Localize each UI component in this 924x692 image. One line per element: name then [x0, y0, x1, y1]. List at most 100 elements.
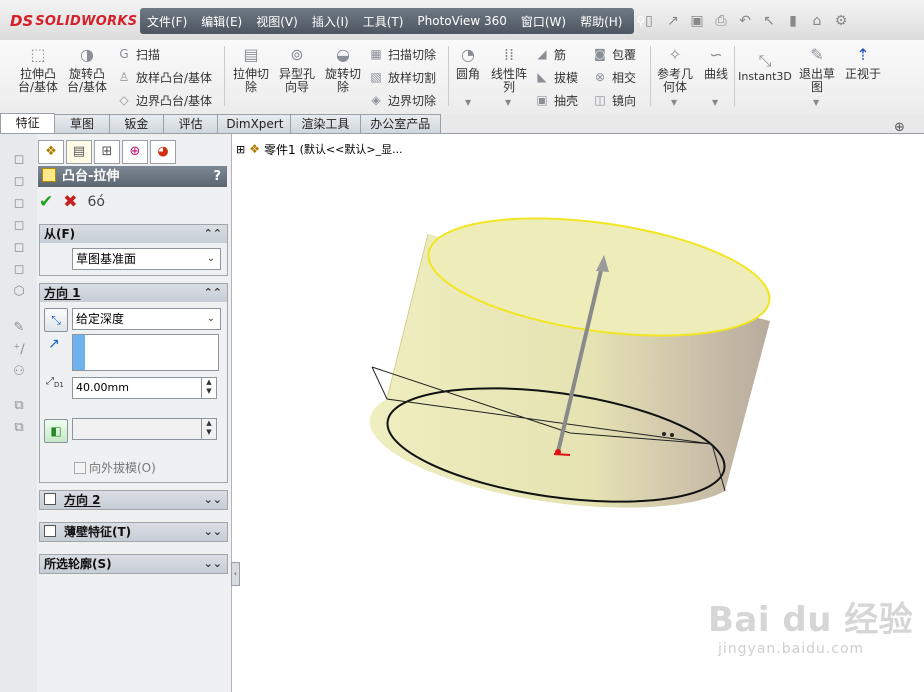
- sketch-dropdown-icon[interactable]: ▼: [813, 98, 819, 107]
- instant3d-button[interactable]: ⤡ Instant3D: [738, 53, 792, 84]
- from-select[interactable]: 草图基准面 ⌄: [72, 248, 221, 270]
- config-manager-tab-icon[interactable]: ⊞: [94, 140, 120, 164]
- ref-geometry-dropdown-icon[interactable]: ▼: [671, 98, 677, 107]
- check-icon[interactable]: ✔: [39, 192, 53, 212]
- menu-file[interactable]: 文件(F): [140, 13, 194, 30]
- new-document-icon[interactable]: ▯: [640, 13, 658, 29]
- property-manager-tab-icon[interactable]: ▤: [66, 140, 92, 164]
- smart-dimension-icon[interactable]: ⁺∕: [11, 342, 27, 358]
- expand-icon[interactable]: ⌄⌄: [204, 523, 222, 541]
- draft-outward-box[interactable]: [74, 461, 86, 474]
- help-button[interactable]: ?: [213, 166, 221, 187]
- undo-icon[interactable]: ↶: [736, 13, 754, 29]
- shell-button[interactable]: ▣ 抽壳: [534, 90, 578, 110]
- tab-features[interactable]: 特征: [0, 113, 56, 133]
- select-icon[interactable]: ↖: [760, 13, 778, 29]
- direction2-checkbox[interactable]: [44, 493, 56, 505]
- wrap-button[interactable]: ◙ 包覆: [592, 44, 636, 64]
- save-icon[interactable]: ▣: [688, 13, 706, 29]
- tab-sheet-metal[interactable]: 钣金: [108, 114, 164, 133]
- direction2-group[interactable]: 方向 2 ⌄⌄: [39, 490, 228, 510]
- view-iso-icon[interactable]: ⬡: [11, 284, 27, 300]
- expand-icon[interactable]: ⌄⌄: [204, 491, 222, 509]
- selected-contours-group[interactable]: 所选轮廓(S) ⌄⌄: [39, 554, 228, 574]
- view-front-icon[interactable]: ◻: [11, 152, 27, 168]
- draft-button[interactable]: ◣ 拔模: [534, 67, 578, 87]
- thin-feature-group[interactable]: 薄壁特征(T) ⌄⌄: [39, 522, 228, 542]
- layer2-icon[interactable]: ⧉: [11, 420, 27, 436]
- depth-input[interactable]: 40.00mm ▲ ▼: [72, 377, 217, 399]
- print-icon[interactable]: ⎙: [712, 13, 730, 29]
- swept-cut-button[interactable]: ▦ 扫描切除: [368, 44, 436, 64]
- direction1-header-bar[interactable]: 方向 1 ⌃⌃: [40, 284, 227, 302]
- view-left-icon[interactable]: ◻: [11, 196, 27, 212]
- dimxpert-tab-icon[interactable]: ⊕: [122, 140, 148, 164]
- pattern-dropdown-icon[interactable]: ▼: [505, 98, 511, 107]
- rebuild-icon[interactable]: ▮: [784, 13, 802, 29]
- cross-icon[interactable]: ✖: [63, 192, 77, 212]
- zoom-fit-icon[interactable]: ⊕: [894, 120, 905, 135]
- feature-tree-tab-icon[interactable]: ❖: [38, 140, 64, 164]
- fillet-button[interactable]: ◔ 圆角: [452, 44, 484, 81]
- layer-icon[interactable]: ⧉: [11, 398, 27, 414]
- revolve-cut-button[interactable]: ◒ 旋转切 除: [322, 44, 364, 94]
- view-bottom-icon[interactable]: ◻: [11, 262, 27, 278]
- draft-angle-input[interactable]: ▲ ▼: [72, 418, 217, 440]
- extrude-boss-button[interactable]: ⬚ 拉伸凸 台/基体: [16, 44, 60, 94]
- display-manager-tab-icon[interactable]: ◕: [150, 140, 176, 164]
- tab-office-products[interactable]: 办公室产品: [359, 114, 442, 133]
- options-gear-icon[interactable]: ⚙: [832, 13, 850, 29]
- boundary-cut-button[interactable]: ◈ 边界切除: [368, 90, 436, 110]
- exit-sketch-button[interactable]: ✎ 退出草 图: [796, 44, 838, 94]
- menu-insert[interactable]: 插入(I): [305, 13, 356, 30]
- draft-spinner-icon[interactable]: ▲ ▼: [201, 419, 216, 439]
- depth-spinner-icon[interactable]: ▲ ▼: [201, 378, 216, 398]
- loft-button[interactable]: ♙ 放样凸台/基体: [116, 67, 212, 87]
- tab-dimxpert[interactable]: DimXpert: [217, 114, 292, 133]
- reference-geometry-button[interactable]: ✧ 参考几 何体: [654, 44, 696, 94]
- relations-icon[interactable]: ⚇: [11, 364, 27, 380]
- open-icon[interactable]: ↗: [664, 13, 682, 29]
- curves-dropdown-icon[interactable]: ▼: [712, 98, 718, 107]
- hole-wizard-button[interactable]: ⊚ 异型孔 向导: [276, 44, 318, 94]
- lofted-cut-button[interactable]: ▧ 放样切割: [368, 67, 436, 87]
- view-top-icon[interactable]: ◻: [11, 240, 27, 256]
- view-right-icon[interactable]: ◻: [11, 218, 27, 234]
- draft-toggle-icon[interactable]: ◧: [44, 419, 68, 443]
- direction-selection-box[interactable]: [72, 334, 219, 371]
- menu-edit[interactable]: 编辑(E): [194, 13, 249, 30]
- menu-photoview[interactable]: PhotoView 360: [410, 14, 513, 28]
- glasses-icon[interactable]: 6ó: [88, 194, 105, 210]
- tab-sketch[interactable]: 草图: [54, 114, 110, 133]
- options-icon[interactable]: ⌂: [808, 13, 826, 29]
- sweep-button[interactable]: G 扫描: [116, 44, 160, 64]
- mirror-button[interactable]: ◫ 镜向: [592, 90, 636, 110]
- sketch-tool-icon[interactable]: ✎: [11, 320, 27, 336]
- selected-contours-header-bar[interactable]: 所选轮廓(S) ⌄⌄: [40, 555, 227, 573]
- reverse-direction-icon[interactable]: ⤡: [44, 308, 68, 332]
- intersect-button[interactable]: ⊗ 相交: [592, 67, 636, 87]
- extrude-cut-button[interactable]: ▤ 拉伸切 除: [230, 44, 272, 94]
- draft-outward-checkbox[interactable]: 向外拔模(O): [74, 459, 156, 476]
- thin-feature-header-bar[interactable]: 薄壁特征(T) ⌄⌄: [40, 523, 227, 541]
- rib-button[interactable]: ◢ 筋: [534, 44, 566, 64]
- revolve-boss-button[interactable]: ◑ 旋转凸 台/基体: [64, 44, 110, 94]
- view-back-icon[interactable]: ◻: [11, 174, 27, 190]
- from-group-header[interactable]: 从(F) ⌃⌃: [40, 225, 227, 243]
- curves-button[interactable]: ∽ 曲线: [700, 44, 732, 81]
- direction2-header-bar[interactable]: 方向 2 ⌄⌄: [40, 491, 227, 509]
- collapse-icon[interactable]: ⌃⌃: [204, 225, 222, 243]
- expand-icon[interactable]: ⌄⌄: [204, 555, 222, 573]
- boundary-boss-button[interactable]: ◇ 边界凸台/基体: [116, 90, 212, 110]
- normal-to-button[interactable]: ⇡ 正视于: [842, 44, 884, 81]
- menu-tools[interactable]: 工具(T): [356, 13, 411, 30]
- tab-evaluate[interactable]: 评估: [162, 114, 219, 133]
- thin-feature-checkbox[interactable]: [44, 525, 56, 537]
- menu-view[interactable]: 视图(V): [249, 13, 305, 30]
- linear-pattern-button[interactable]: ⁞⁞ 线性阵 列: [488, 44, 530, 94]
- end-condition-select[interactable]: 给定深度 ⌄: [72, 308, 221, 330]
- menu-window[interactable]: 窗口(W): [514, 13, 573, 30]
- collapse-icon[interactable]: ⌃⌃: [204, 284, 222, 302]
- tab-render-tools[interactable]: 渲染工具: [290, 114, 361, 133]
- menu-help[interactable]: 帮助(H): [573, 13, 629, 30]
